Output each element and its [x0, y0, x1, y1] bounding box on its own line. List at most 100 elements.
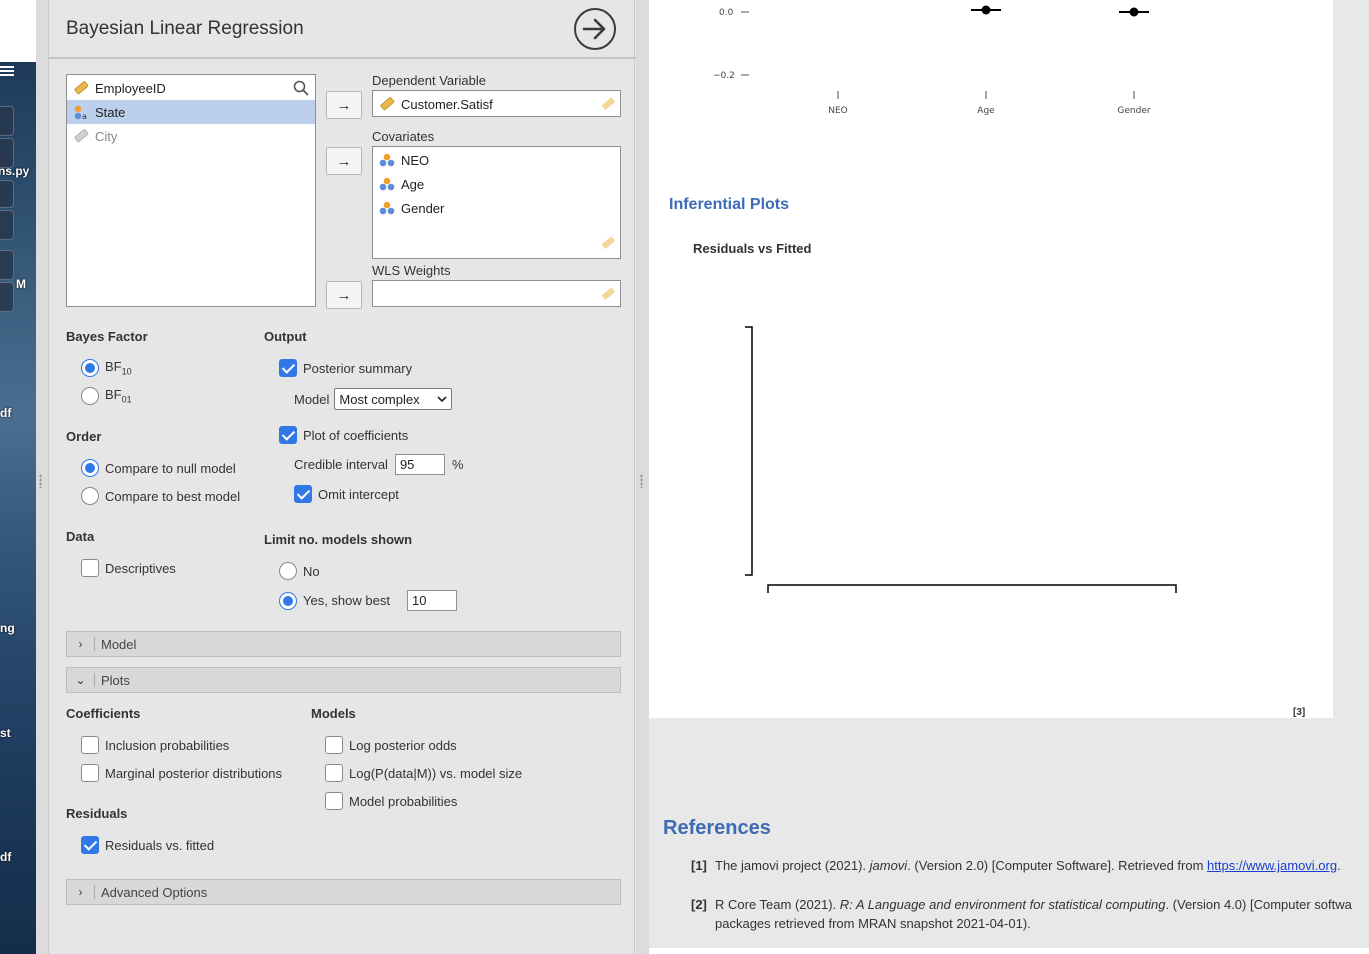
model-select[interactable]: Most complex [334, 388, 453, 410]
posterior-summary-row[interactable]: Posterior summary [279, 359, 412, 377]
omit-intercept-row[interactable]: Omit intercept [294, 485, 399, 503]
chevron-right-icon: › [67, 637, 95, 651]
compare-best-label: Compare to best model [105, 488, 241, 504]
limit-models-label: Limit no. models shown [264, 532, 413, 547]
section-label: Plots [101, 672, 130, 688]
wls-weights-box[interactable] [372, 280, 621, 307]
bf01-radio[interactable] [81, 387, 99, 405]
section-label: Model [101, 636, 137, 652]
nominal-icon: a [73, 104, 89, 121]
limit-yes-radio[interactable] [279, 591, 297, 610]
ruler-icon [600, 96, 616, 115]
marginal-posterior-row[interactable]: Marginal posterior distributions [81, 764, 282, 782]
desktop-file-label[interactable]: ns.py [0, 164, 29, 178]
id-icon [73, 128, 89, 144]
list-item[interactable]: City [67, 124, 315, 148]
move-to-covariates-button[interactable]: → [326, 147, 362, 175]
data-label: Data [66, 529, 95, 544]
plot-coefficients-label: Plot of coefficients [303, 427, 409, 443]
desktop-window-tile[interactable] [0, 106, 14, 136]
reference-badge[interactable]: [3] [1293, 707, 1305, 718]
variable-list[interactable]: EmployeeID a State City [66, 74, 316, 307]
point-gender [1129, 7, 1139, 17]
bf10-radio-row[interactable]: BF10 [81, 359, 132, 377]
advanced-section-header[interactable]: › Advanced Options [66, 879, 621, 905]
residuals-fitted-checkbox[interactable] [81, 836, 99, 854]
bf01-radio-row[interactable]: BF01 [81, 387, 132, 405]
desktop-file-label[interactable]: df [0, 850, 11, 864]
desktop-file-label[interactable]: ng [0, 621, 15, 635]
reference-title: jamovi [869, 858, 908, 873]
plots-section-header[interactable]: ⌄ Plots [66, 667, 621, 693]
model-section-header[interactable]: › Model [66, 631, 621, 657]
desktop-window-tile[interactable] [0, 250, 14, 280]
ruler-icon [600, 286, 616, 305]
marginal-posterior-checkbox[interactable] [81, 764, 99, 782]
desktop-window-tile[interactable] [0, 282, 14, 312]
section-label: Advanced Options [101, 884, 208, 900]
compare-null-radio[interactable] [81, 459, 99, 477]
variable-name: Gender [401, 200, 445, 216]
compare-null-row[interactable]: Compare to null model [81, 459, 236, 477]
posterior-summary-checkbox[interactable] [279, 359, 297, 377]
list-item[interactable]: Age [373, 172, 620, 196]
residuals-fitted-label: Residuals vs. fitted [105, 837, 215, 853]
compare-best-radio[interactable] [81, 487, 99, 505]
list-item[interactable]: a State [67, 100, 315, 124]
log-posterior-odds-checkbox[interactable] [325, 736, 343, 754]
middle-splitter[interactable] [636, 0, 649, 954]
credible-interval-input[interactable]: 95 [394, 454, 445, 475]
reference-text: . (Version 4.0) [Computer softwa [1165, 897, 1352, 912]
omit-intercept-checkbox[interactable] [294, 485, 312, 503]
log-p-data-row[interactable]: Log(P(data|M)) vs. model size [325, 764, 522, 782]
plot-coefficients-row[interactable]: Plot of coefficients [279, 426, 408, 444]
covariates-box[interactable]: NEO Age Gender [372, 146, 621, 259]
log-posterior-odds-row[interactable]: Log posterior odds [325, 736, 457, 754]
inclusion-probabilities-checkbox[interactable] [81, 736, 99, 754]
omit-intercept-label: Omit intercept [318, 486, 399, 502]
run-arrow-icon[interactable] [574, 8, 616, 50]
search-icon[interactable] [293, 80, 309, 99]
descriptives-checkbox[interactable] [81, 559, 99, 577]
results-panel: 0.0 −0.2 NEO Age Gender Inferential Plot… [649, 0, 1369, 954]
desktop-window-tile[interactable] [0, 210, 14, 240]
desktop-file-label[interactable]: df [0, 406, 11, 420]
dependent-variable-box[interactable]: Customer.Satisf [372, 90, 621, 117]
reference-text: . (Version 2.0) [Computer Software]. Ret… [907, 858, 1208, 873]
chevron-right-icon: › [67, 885, 95, 899]
credible-interval-unit: % [451, 457, 464, 472]
list-item[interactable]: Gender [373, 196, 620, 220]
variable-name: EmployeeID [95, 80, 166, 96]
reference-text: The jamovi project (2021). [715, 858, 870, 873]
limit-yes-row[interactable]: Yes, show best 10 [279, 590, 457, 611]
list-item[interactable]: NEO [373, 148, 620, 172]
bf10-radio[interactable] [81, 359, 99, 377]
model-probabilities-row[interactable]: Model probabilities [325, 792, 457, 810]
list-item[interactable]: EmployeeID [67, 76, 315, 100]
descriptives-label: Descriptives [105, 560, 176, 576]
compare-null-label: Compare to null model [105, 460, 236, 476]
desktop-file-label[interactable]: M [16, 277, 26, 291]
descriptives-row[interactable]: Descriptives [81, 559, 176, 577]
limit-models-input[interactable]: 10 [406, 590, 457, 611]
move-to-wls-button[interactable]: → [326, 281, 362, 309]
list-item[interactable]: Customer.Satisf [373, 92, 620, 116]
compare-best-row[interactable]: Compare to best model [81, 487, 240, 505]
desktop-window-tile[interactable] [0, 180, 14, 208]
limit-no-radio[interactable] [279, 562, 297, 580]
left-splitter[interactable] [36, 0, 48, 954]
model-probabilities-checkbox[interactable] [325, 792, 343, 810]
inclusion-probabilities-row[interactable]: Inclusion probabilities [81, 736, 229, 754]
desktop-background: ns.py M df ng st df [0, 0, 36, 954]
reference-text: . [1337, 858, 1341, 873]
reference-text: R Core Team (2021). [715, 897, 840, 912]
limit-no-row[interactable]: No [279, 562, 320, 580]
move-to-dependent-button[interactable]: → [326, 91, 362, 119]
reference-link[interactable]: https://www.jamovi.org [1207, 858, 1337, 873]
desktop-file-label[interactable]: st [0, 726, 11, 740]
menu-icon[interactable] [0, 66, 14, 76]
plot-coefficients-checkbox[interactable] [279, 426, 297, 444]
residuals-fitted-row[interactable]: Residuals vs. fitted [81, 836, 214, 854]
log-p-data-checkbox[interactable] [325, 764, 343, 782]
reference-item: [1] The jamovi project (2021). jamovi. (V… [691, 858, 1341, 873]
